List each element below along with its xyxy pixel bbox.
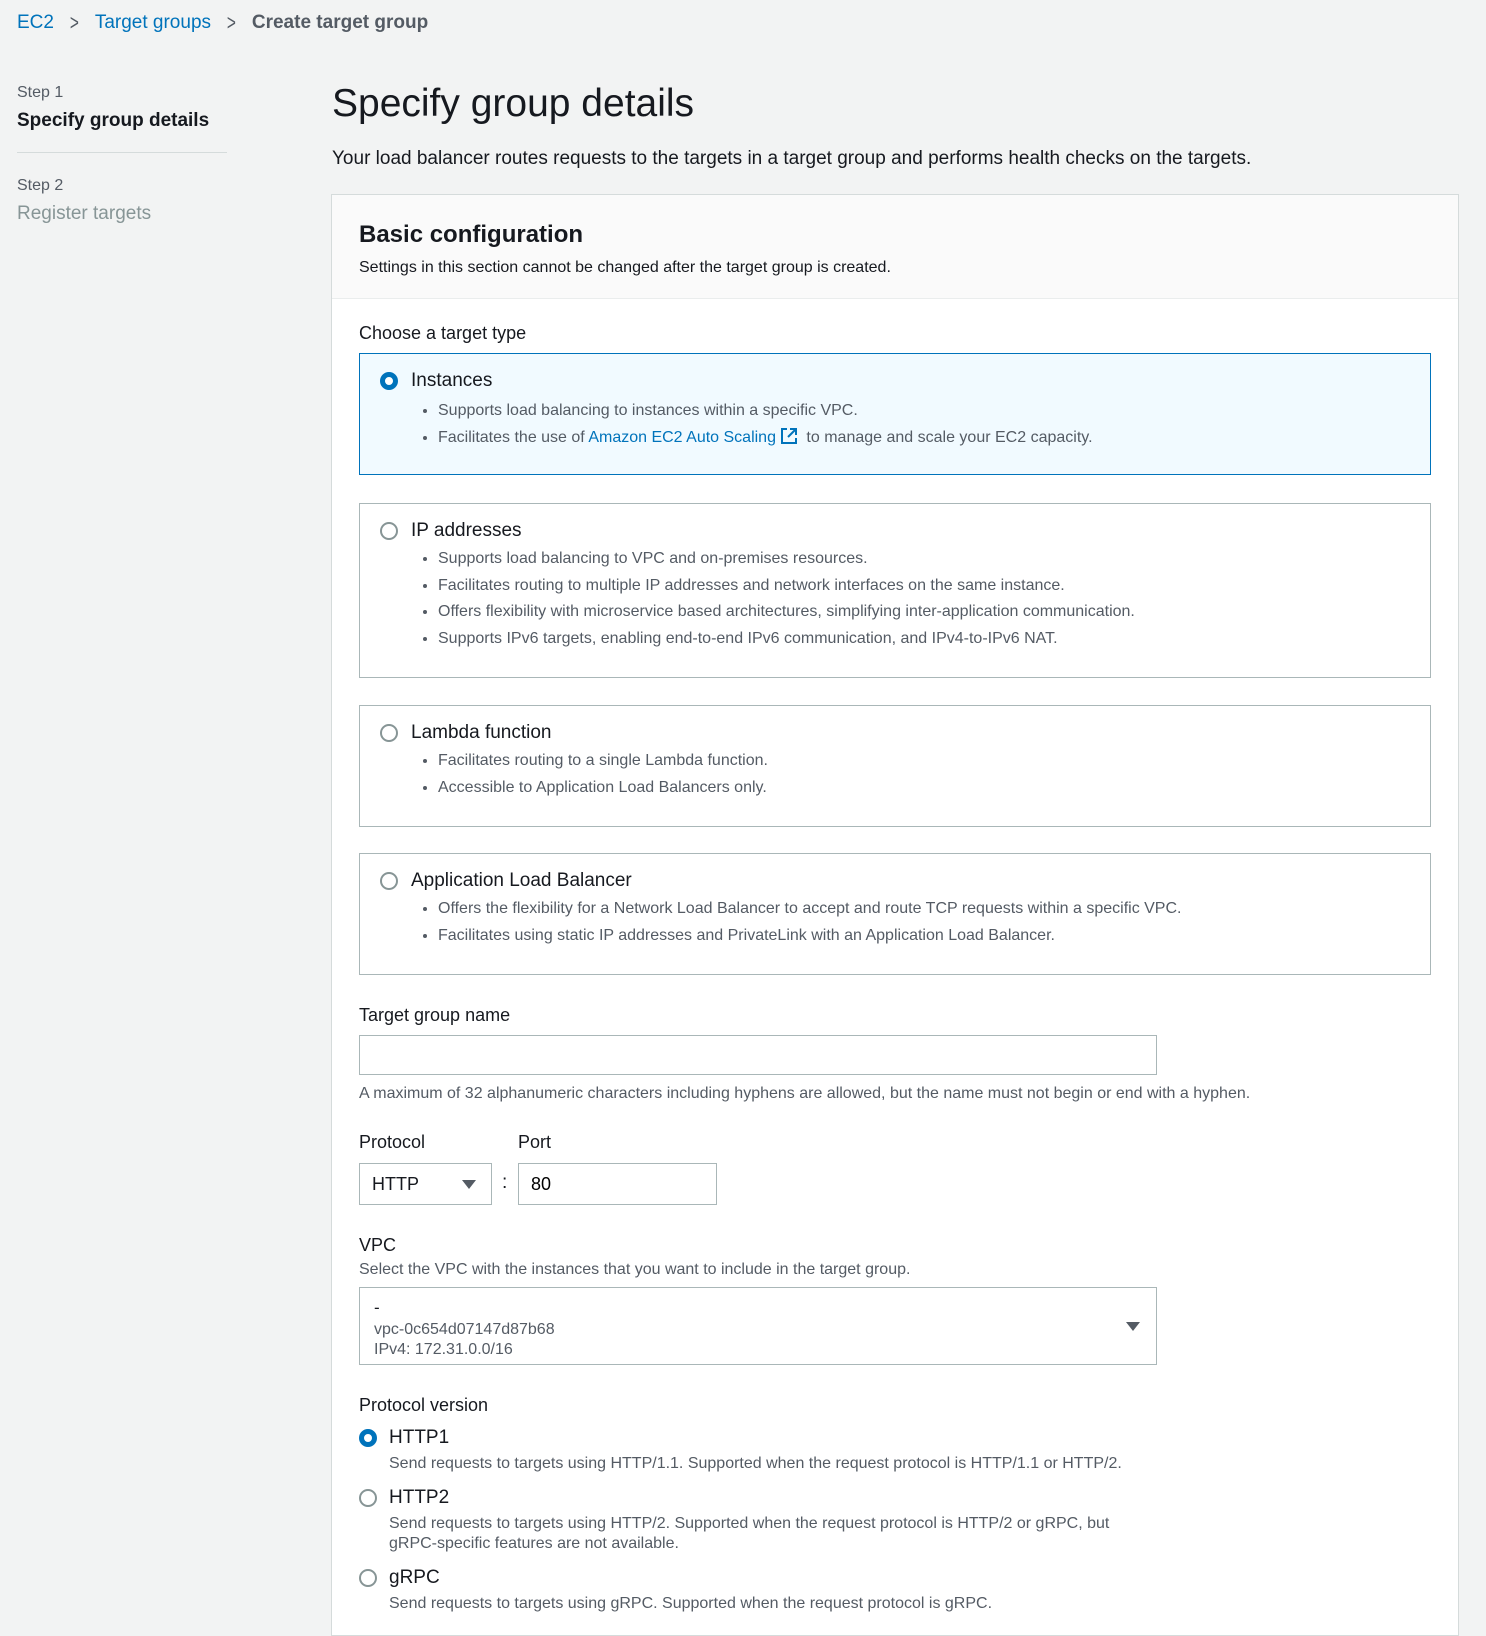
list-item: Facilitates using static IP addresses an… [438,923,1181,950]
panel-header: Basic configuration Settings in this sec… [332,195,1458,299]
radio-http1[interactable] [359,1429,377,1447]
list-item: Offers flexibility with microservice bas… [438,599,1135,626]
lambda-bullets: Facilitates routing to a single Lambda f… [418,748,768,801]
radio-http2[interactable] [359,1489,377,1507]
vpc-select[interactable]: - vpc-0c654d07147d87b68 IPv4: 172.31.0.0… [359,1287,1157,1365]
pv-label-http1: HTTP1 [389,1427,450,1448]
protocol-select-value: HTTP [372,1174,419,1194]
chevron-right-icon: > [226,10,236,35]
radio-application-load-balancer[interactable] [380,872,398,890]
protocol-version-label: Protocol version [359,1395,489,1415]
list-item: Offers the flexibility for a Network Loa… [438,896,1181,923]
step-2-title: Register targets [17,203,152,224]
tile-title-lambda: Lambda function [411,722,552,743]
pv-text: HTTP2 Send requests to targets using HTT… [389,1487,1129,1554]
basic-configuration-panel: Basic configuration Settings in this sec… [331,194,1459,1636]
radio-lambda-function[interactable] [380,724,398,742]
tile-head: Application Load Balancer [380,870,632,892]
breadcrumb-ec2-link[interactable]: EC2 [17,12,54,34]
tile-head: Instances [380,370,492,392]
panel-title: Basic configuration [359,221,584,248]
protocol-select[interactable]: HTTP [359,1163,492,1205]
bullet-text: to manage and scale your EC2 capacity. [801,428,1093,446]
vpc-name: - [374,1298,380,1317]
external-link-icon[interactable] [780,427,798,445]
target-type-lambda-tile[interactable]: Lambda function Facilitates routing to a… [359,705,1431,827]
step-2-number: Step 2 [17,177,64,194]
list-item: Supports IPv6 targets, enabling end-to-e… [438,626,1135,653]
radio-ip-addresses[interactable] [380,522,398,540]
list-item: Facilitates routing to multiple IP addre… [438,573,1135,600]
protocol-label: Protocol [359,1132,426,1152]
radio-instances[interactable] [380,372,398,390]
target-type-ip-tile[interactable]: IP addresses Supports load balancing to … [359,503,1431,678]
step-1-number: Step 1 [17,84,64,101]
panel-subtitle: Settings in this section cannot be chang… [359,259,891,276]
ip-bullets: Supports load balancing to VPC and on-pr… [418,546,1135,652]
instances-bullets: Supports load balancing to instances wit… [418,398,1093,451]
page-title: Specify group details [332,82,695,125]
vpc-description: Select the VPC with the instances that y… [359,1261,911,1278]
breadcrumb-target-groups-link[interactable]: Target groups [95,12,211,34]
port-label: Port [518,1132,552,1152]
caret-down-icon [1126,1322,1140,1331]
pv-label-http2: HTTP2 [389,1487,450,1508]
alb-bullets: Offers the flexibility for a Network Loa… [418,896,1181,949]
list-item: Facilitates routing to a single Lambda f… [438,748,768,775]
list-item: Supports load balancing to instances wit… [438,398,1093,425]
target-type-instances-tile[interactable]: Instances Supports load balancing to ins… [359,353,1431,475]
protocol-version-http1[interactable]: HTTP1 Send requests to targets using HTT… [359,1427,1129,1474]
pv-desc-http2: Send requests to targets using HTTP/2. S… [389,1515,1110,1552]
pv-text: gRPC Send requests to targets using gRPC… [389,1567,1129,1614]
tile-title-ip: IP addresses [411,520,522,541]
caret-down-icon [462,1180,476,1189]
chevron-right-icon: > [69,10,79,35]
tile-title-alb: Application Load Balancer [411,870,632,891]
port-separator: : [502,1172,508,1193]
pv-text: HTTP1 Send requests to targets using HTT… [389,1427,1129,1474]
breadcrumb: EC2 > Target groups > Create target grou… [17,12,428,34]
list-item: Supports load balancing to VPC and on-pr… [438,546,1135,573]
protocol-version-grpc[interactable]: gRPC Send requests to targets using gRPC… [359,1567,1129,1614]
pv-label-grpc: gRPC [389,1567,440,1588]
amazon-ec2-auto-scaling-link[interactable]: Amazon EC2 Auto Scaling [588,429,776,446]
target-group-name-label: Target group name [359,1005,511,1025]
target-group-name-input[interactable] [359,1035,1157,1075]
tile-title-instances: Instances [411,370,493,391]
step-divider [17,152,227,153]
pv-desc-grpc: Send requests to targets using gRPC. Sup… [389,1595,993,1612]
target-type-alb-tile[interactable]: Application Load Balancer Offers the fle… [359,853,1431,975]
protocol-version-http2[interactable]: HTTP2 Send requests to targets using HTT… [359,1487,1129,1554]
tile-head: Lambda function [380,722,552,744]
bullet-text: Facilitates the use of [438,428,589,446]
vpc-label: VPC [359,1235,397,1255]
breadcrumb-current: Create target group [251,12,429,33]
tile-head: IP addresses [380,520,522,542]
target-group-name-hint: A maximum of 32 alphanumeric characters … [359,1085,1251,1102]
pv-desc-http1: Send requests to targets using HTTP/1.1.… [389,1455,1122,1472]
target-type-label: Choose a target type [359,323,527,343]
vpc-id: vpc-0c654d07147d87b68 [374,1321,555,1338]
list-item: Accessible to Application Load Balancers… [438,775,768,802]
list-item: Facilitates the use of Amazon EC2 Auto S… [438,425,1093,452]
step-1-title[interactable]: Specify group details [17,110,227,132]
page-description: Your load balancer routes requests to th… [332,148,1252,169]
port-input[interactable] [518,1163,717,1205]
wizard-steps: Step 1 Specify group details Step 2 Regi… [17,84,227,225]
vpc-cidr: IPv4: 172.31.0.0/16 [374,1341,513,1358]
radio-grpc[interactable] [359,1569,377,1587]
